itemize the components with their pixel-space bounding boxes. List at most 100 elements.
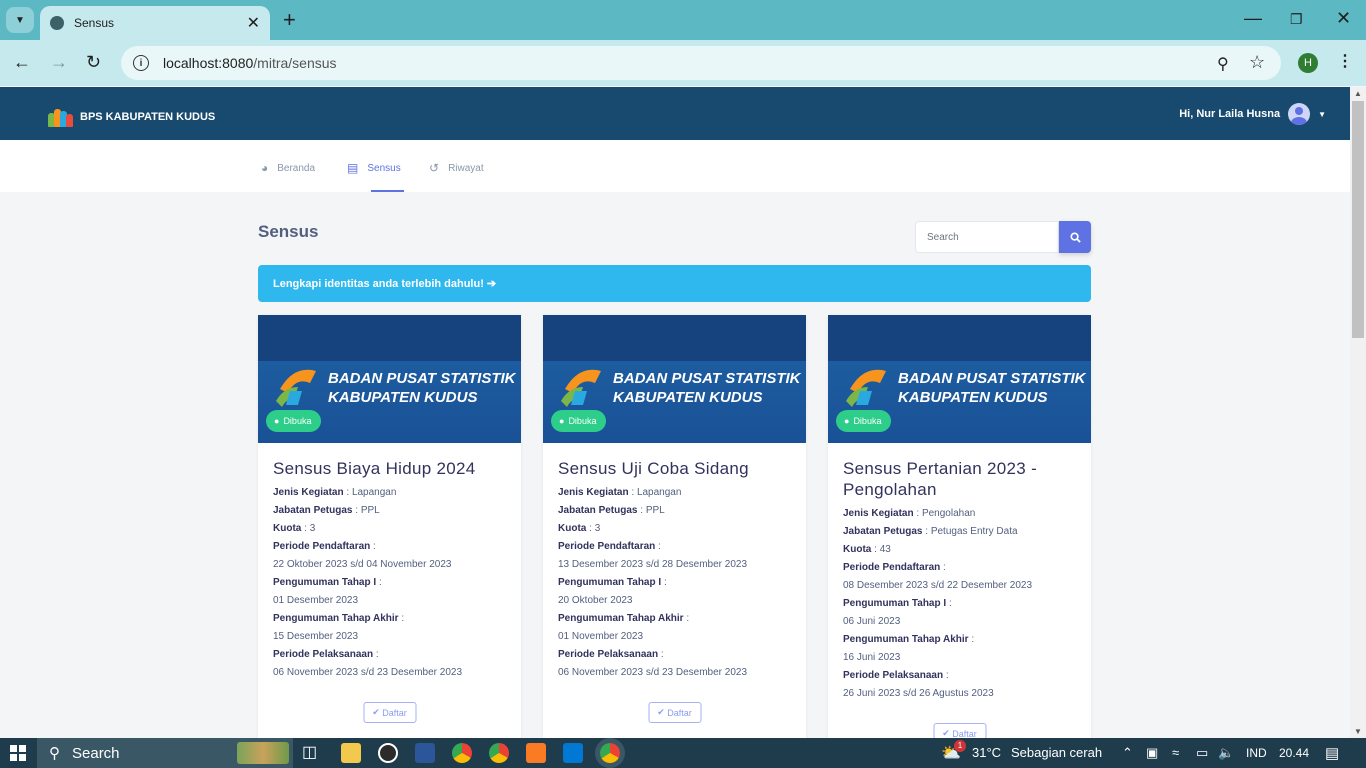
file-explorer-icon[interactable]: [341, 743, 361, 763]
address-bar[interactable]: i localhost:8080/mitra/sensus ⚲ ☆: [121, 46, 1281, 80]
field-akhir: Pengumuman Tahap Akhir :: [273, 613, 405, 624]
field-label: Pengumuman Tahap I: [273, 577, 377, 588]
banner-line-2: KABUPATEN KUDUS: [328, 389, 478, 406]
caret-down-icon: ▼: [1318, 109, 1326, 119]
user-menu[interactable]: Hi, Nur Laila Husna ▼: [1179, 103, 1326, 125]
profile-avatar[interactable]: H: [1298, 53, 1318, 73]
nav-item-beranda[interactable]: ◕ Beranda: [261, 161, 315, 175]
reload-icon[interactable]: ↻: [86, 52, 101, 72]
nav-item-sensus[interactable]: ▤ Sensus: [347, 161, 401, 175]
browser-menu-icon[interactable]: ⋮: [1337, 51, 1353, 71]
nav-item-riwayat[interactable]: ↺ Riwayat: [429, 161, 484, 175]
status-badge: ● Dibuka: [266, 410, 322, 432]
wifi-icon[interactable]: ≈: [1172, 745, 1179, 760]
fire-icon: ●: [559, 416, 565, 426]
field-label: Kuota: [843, 544, 872, 555]
close-window-icon[interactable]: ✕: [1336, 8, 1351, 29]
field-value: PPL: [360, 505, 380, 516]
new-tab-button[interactable]: +: [283, 8, 296, 32]
field-value: 01 Desember 2023: [273, 595, 359, 606]
close-tab-icon[interactable]: ✕: [247, 13, 260, 33]
url-host: localhost:8080: [163, 55, 254, 71]
field-pelaksanaan: Periode Pelaksanaan :: [843, 670, 949, 681]
field-jenis: Jenis Kegiatan : Lapangan: [558, 487, 682, 498]
field-label: Periode Pelaksanaan: [273, 649, 374, 660]
field-value: 06 November 2023 s/d 23 Desember 2023: [273, 667, 463, 678]
back-arrow-icon[interactable]: ←: [13, 52, 31, 72]
language-indicator[interactable]: IND: [1246, 746, 1267, 760]
field-value: 3: [594, 523, 601, 534]
card-banner: BADAN PUSAT STATISTIK KABUPATEN KUDUS ● …: [828, 315, 1091, 443]
weather-text[interactable]: Sebagian cerah: [1011, 745, 1102, 760]
field-pendaftaran: Periode Pendaftaran :: [273, 541, 376, 552]
word-icon[interactable]: [415, 743, 435, 763]
status-badge: ● Dibuka: [836, 410, 892, 432]
field-label: Kuota: [558, 523, 587, 534]
bps-logo-icon: [561, 369, 601, 407]
daftar-button[interactable]: ✔ Daftar: [363, 702, 416, 723]
field-label: Periode Pelaksanaan: [558, 649, 659, 660]
status-badge-label: Dibuka: [283, 416, 312, 426]
weather-temp[interactable]: 31°C: [972, 745, 1001, 760]
census-card: BADAN PUSAT STATISTIK KABUPATEN KUDUS ● …: [258, 315, 521, 738]
profile-alert-link[interactable]: Lengkapi identitas anda terlebih dahulu!…: [258, 265, 1091, 302]
xampp-icon[interactable]: [526, 743, 546, 763]
taskbar-search[interactable]: ⚲ Search: [37, 738, 293, 768]
restore-icon[interactable]: ❐: [1290, 11, 1303, 28]
field-jabatan: Jabatan Petugas : PPL: [273, 505, 380, 516]
scrollbar-thumb[interactable]: [1352, 101, 1364, 338]
banner-text: BADAN PUSAT STATISTIK KABUPATEN KUDUS: [613, 369, 801, 407]
clock[interactable]: 20.44: [1279, 746, 1309, 760]
site-info-icon[interactable]: i: [133, 55, 149, 71]
search-input[interactable]: Search: [915, 221, 1059, 253]
search-form: Search: [915, 221, 1091, 253]
chatgpt-icon[interactable]: [378, 743, 398, 763]
status-badge-label: Dibuka: [853, 416, 882, 426]
notification-icon[interactable]: ▤: [1325, 744, 1339, 762]
vscode-icon[interactable]: [563, 743, 583, 763]
banner-line-2: KABUPATEN KUDUS: [613, 389, 763, 406]
bookmark-star-icon[interactable]: ☆: [1249, 52, 1265, 73]
field-label: Pengumuman Tahap Akhir: [558, 613, 684, 624]
chevron-down-icon: ▼: [15, 14, 25, 26]
active-tab-indicator: [371, 190, 404, 192]
census-card: BADAN PUSAT STATISTIK KABUPATEN KUDUS ● …: [828, 315, 1091, 738]
field-pelaksanaan: Periode Pelaksanaan :: [273, 649, 379, 660]
field-value: 08 Desember 2023 s/d 22 Desember 2023: [843, 580, 1033, 591]
bps-logo-icon: [846, 369, 886, 407]
battery-icon[interactable]: ▭: [1196, 745, 1208, 761]
field-label: Jenis Kegiatan: [558, 487, 629, 498]
minimize-icon[interactable]: —: [1244, 8, 1262, 29]
zoom-icon[interactable]: ⚲: [1217, 54, 1229, 74]
banner-line-2: KABUPATEN KUDUS: [898, 389, 1048, 406]
card-body: Sensus Pertanian 2023 - Pengolahan Jenis…: [843, 458, 1079, 703]
daftar-label: Daftar: [952, 728, 977, 739]
field-value: 13 Desember 2023 s/d 28 Desember 2023: [558, 559, 748, 570]
chevron-up-icon[interactable]: ⌃: [1122, 745, 1133, 761]
chrome-profile-icon[interactable]: [489, 743, 509, 763]
volume-icon[interactable]: 🔈: [1218, 745, 1234, 761]
task-view-icon[interactable]: ◫: [302, 742, 322, 762]
url-path: /mitra/sensus: [253, 55, 337, 71]
brand[interactable]: BPS KABUPATEN KUDUS: [48, 107, 215, 127]
chrome-icon[interactable]: [452, 743, 472, 763]
field-label: Pengumuman Tahap I: [843, 598, 947, 609]
page-scrollbar[interactable]: ▲ ▼: [1350, 87, 1366, 738]
daftar-button[interactable]: ✔ Daftar: [648, 702, 701, 723]
banner-line-1: BADAN PUSAT STATISTIK: [898, 370, 1086, 387]
field-value: 06 Juni 2023: [843, 616, 901, 627]
forward-arrow-icon[interactable]: →: [50, 52, 68, 72]
browser-tab[interactable]: Sensus ✕: [40, 6, 270, 40]
windows-start-icon[interactable]: [10, 745, 26, 761]
chrome-active-icon[interactable]: [600, 743, 620, 763]
network-drive-icon[interactable]: ▣: [1146, 745, 1158, 761]
scroll-down-icon[interactable]: ▼: [1354, 727, 1362, 736]
tab-search-button[interactable]: ▼: [6, 7, 34, 33]
search-button[interactable]: [1059, 221, 1091, 253]
daftar-button[interactable]: ✔ Daftar: [933, 723, 986, 738]
globe-icon: [50, 16, 64, 30]
weather-alert-badge: 1: [954, 740, 966, 752]
card-title: Sensus Biaya Hidup 2024: [273, 459, 476, 478]
field-akhir: Pengumuman Tahap Akhir :: [558, 613, 690, 624]
scroll-up-icon[interactable]: ▲: [1354, 89, 1362, 98]
